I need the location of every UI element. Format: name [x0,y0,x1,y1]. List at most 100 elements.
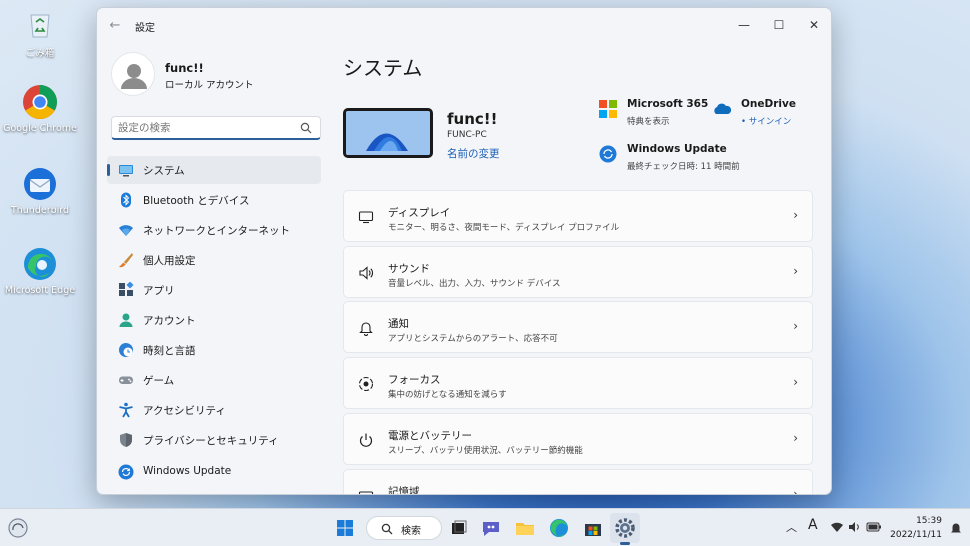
card-title: ディスプレイ [388,207,451,219]
chevron-up-icon[interactable]: ︿ [786,519,797,535]
file-explorer-icon[interactable] [512,515,538,541]
chevron-right-icon: › [793,431,798,445]
search-icon [381,523,393,535]
sidebar-item-personalization[interactable]: 個人用設定 [107,246,321,274]
edge-icon[interactable] [546,515,572,541]
desktop-icon-chrome[interactable]: Google Chrome [0,84,80,134]
edge-icon [24,248,56,280]
chevron-right-icon: › [793,319,798,333]
sidebar-item-label: アカウント [143,315,196,327]
clock-time: 15:39 [916,516,942,526]
sidebar-item-accounts[interactable]: アカウント [107,306,321,334]
pc-hostname: FUNC-PC [447,130,487,140]
bluetooth-icon [121,192,131,208]
speaker-icon[interactable] [848,521,862,533]
brush-icon [119,253,133,268]
minimize-button[interactable]: — [729,12,759,38]
sidebar-item-label: 個人用設定 [143,255,196,267]
chrome-icon [23,85,57,119]
monitor-icon [119,165,133,177]
back-arrow-icon[interactable]: ← [107,18,123,34]
notification-bell-icon[interactable] [950,521,962,535]
update-icon [118,464,134,480]
sidebar-item-label: 時刻と言語 [143,345,196,357]
quick-subtitle: 特典を表示 [627,117,670,127]
desktop-icon-thunderbird[interactable]: Thunderbird [0,166,80,216]
microsoft-store-icon[interactable] [580,515,606,541]
card-notifications[interactable]: 通知 アプリとシステムからのアラート、応答不可 › [343,301,813,353]
wifi-icon[interactable] [830,521,844,533]
widgets-weather-icon[interactable] [6,516,30,540]
quick-title: Microsoft 365 [627,98,709,110]
recycle-bin-icon [30,14,50,38]
settings-window: ← 設定 — ☐ ✕ func!! ローカル アカウント システム Blueto… [96,7,832,495]
chat-icon[interactable] [478,515,504,541]
microsoft-365-tile[interactable]: Microsoft 365 特典を表示 [599,98,709,128]
sidebar-item-label: ネットワークとインターネット [143,225,290,237]
settings-taskbar-button[interactable] [610,513,640,543]
card-sound[interactable]: サウンド 音量レベル、出力、入力、サウンド デバイス › [343,246,813,298]
card-subtitle: スリープ、バッテリ使用状況、バッテリー節約機能 [388,446,583,456]
card-focus[interactable]: フォーカス 集中の妨げとなる通知を減らす › [343,357,813,409]
accessibility-icon [119,402,133,418]
start-windows-icon[interactable] [332,515,358,541]
desktop-icon-label: Microsoft Edge [4,285,76,296]
desktop-icon-label: Google Chrome [3,123,77,134]
onedrive-tile[interactable]: OneDrive • サインイン [713,98,813,128]
person-icon [119,313,133,327]
card-power-battery[interactable]: 電源とバッテリー スリープ、バッテリ使用状況、バッテリー節約機能 › [343,413,813,465]
sidebar-item-windows-update[interactable]: Windows Update [107,458,321,486]
chevron-right-icon: › [793,487,798,495]
card-title: 通知 [388,318,409,330]
page-title: システム [343,56,423,80]
sidebar-item-system[interactable]: システム [107,156,321,184]
settings-search[interactable] [111,116,321,140]
shield-icon [120,433,132,447]
battery-icon[interactable] [866,521,882,533]
bell-icon [359,322,373,336]
card-subtitle: 集中の妨げとなる通知を減らす [388,390,507,400]
microsoft-logo-icon [599,100,617,118]
focus-icon [358,376,374,392]
card-title: 電源とバッテリー [388,430,472,442]
clock-globe-icon [119,343,133,357]
sidebar-item-apps[interactable]: アプリ [107,276,321,304]
clock[interactable]: 15:39 2022/11/11 [890,514,942,542]
desktop-icon-recycle-bin[interactable]: ごみ箱 [0,6,80,59]
quick-title: Windows Update [627,143,727,155]
task-view-icon[interactable] [446,515,472,541]
desktop-icon-label: Thunderbird [10,205,70,216]
title-bar: ← 設定 — ☐ ✕ [97,8,831,42]
card-display[interactable]: ディスプレイ モニター、明るさ、夜間モード、ディスプレイ プロファイル › [343,190,813,242]
sidebar-item-accessibility[interactable]: アクセシビリティ [107,396,321,424]
card-title: フォーカス [388,374,441,386]
chevron-right-icon: › [793,208,798,222]
close-button[interactable]: ✕ [799,12,829,38]
sidebar-item-privacy[interactable]: プライバシーとセキュリティ [107,426,321,454]
card-title: 記憶域 [388,486,420,495]
card-title: サウンド [388,263,430,275]
onedrive-cloud-icon [714,103,731,114]
desktop-icon-edge[interactable]: Microsoft Edge [0,246,80,296]
avatar[interactable] [111,52,155,96]
sidebar-item-label: Windows Update [143,465,232,477]
search-input[interactable] [118,120,298,136]
apps-icon [119,282,134,296]
sidebar-item-gaming[interactable]: ゲーム [107,366,321,394]
windows-update-tile[interactable]: Windows Update 最終チェック日時: 11 時間前 [599,143,759,173]
taskbar-search[interactable]: 検索 [366,516,442,540]
wifi-icon [119,225,133,236]
ime-indicator[interactable]: A [808,517,818,533]
sidebar-item-time-language[interactable]: 時刻と言語 [107,336,321,364]
sidebar-item-label: アクセシビリティ [143,405,226,417]
gamepad-icon [119,376,133,384]
rename-pc-link[interactable]: 名前の変更 [447,146,500,161]
maximize-button[interactable]: ☐ [764,12,794,38]
quick-subtitle: • サインイン [741,117,792,127]
bloom-wallpaper-icon [346,111,430,155]
chevron-right-icon: › [793,375,798,389]
sidebar-item-bluetooth[interactable]: Bluetooth とデバイス [107,186,321,214]
card-storage[interactable]: 記憶域 › [343,469,813,495]
search-icon [300,122,312,134]
sidebar-item-network[interactable]: ネットワークとインターネット [107,216,321,244]
